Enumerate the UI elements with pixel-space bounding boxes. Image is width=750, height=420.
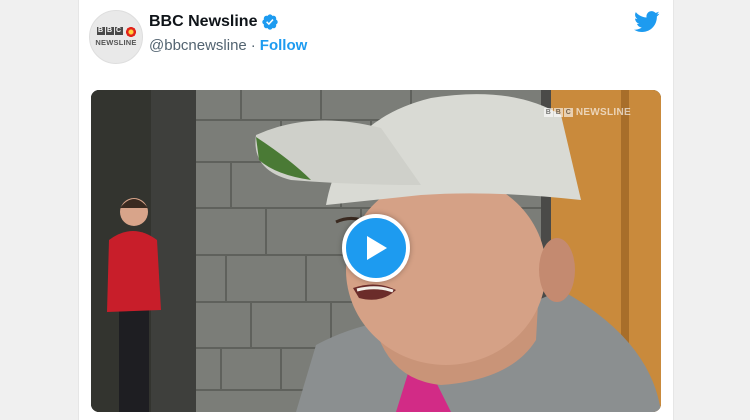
handle[interactable]: @bbcnewsline xyxy=(149,37,247,54)
play-button[interactable] xyxy=(342,214,410,282)
bbc-newsline-watermark: B B C NEWSLINE xyxy=(543,107,631,118)
tweet-card: B B C NEWSLINE BBC Newsline @bbcnewsline… xyxy=(78,0,674,420)
play-icon xyxy=(367,236,387,260)
author-info: BBC Newsline @bbcnewsline · Follow xyxy=(149,13,307,54)
twitter-bird-icon[interactable] xyxy=(634,11,660,33)
separator-dot: · xyxy=(250,37,256,54)
flower-icon xyxy=(125,27,136,38)
verified-badge-icon xyxy=(262,14,279,30)
follow-button[interactable]: Follow xyxy=(260,37,308,54)
avatar[interactable]: B B C NEWSLINE xyxy=(89,10,143,64)
display-name[interactable]: BBC Newsline xyxy=(149,13,257,31)
video-player[interactable]: B B C NEWSLINE xyxy=(91,90,661,412)
bbc-newsline-logo: B B C NEWSLINE xyxy=(95,27,137,48)
